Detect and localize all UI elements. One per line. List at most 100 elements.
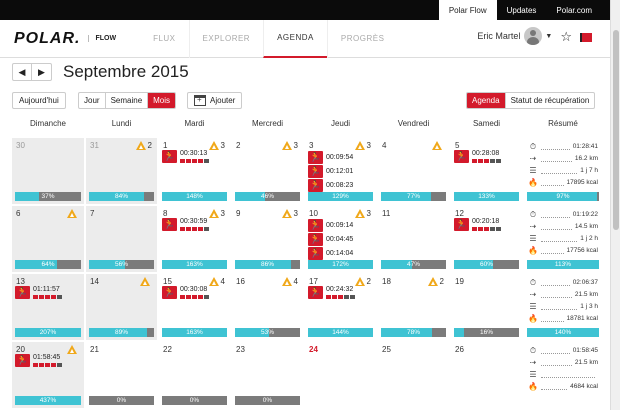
training-session[interactable]: 🏃 00:20:18 [454, 218, 502, 231]
progress-bar: 163% [162, 260, 227, 269]
training-targets[interactable] [432, 141, 444, 150]
nav-agenda[interactable]: AGENDA [263, 19, 327, 58]
day-number: 14 [90, 277, 99, 286]
view-day-button[interactable]: Jour [79, 93, 106, 108]
calendar-day-cell[interactable]: 6 64% [12, 206, 84, 272]
training-session[interactable]: 🏃 01:11:57 [15, 286, 63, 299]
training-session[interactable]: 🏃 00:30:59 [162, 218, 210, 231]
week-summary[interactable]: ⏱ 01:19:22 ⇢ 14.5 km ☰ 1 j 2 h 🔥 17756 kcal 113% [524, 206, 602, 272]
session-duration: 00:12:01 [326, 167, 354, 175]
training-targets[interactable]: 3 [281, 209, 298, 218]
calendar-day-cell[interactable]: 24 [305, 342, 376, 408]
training-targets[interactable]: 2 [354, 277, 371, 286]
training-targets[interactable] [67, 209, 79, 218]
calendar-day-cell[interactable]: 15 4 🏃 00:30:08 163% [159, 274, 230, 340]
calendar-day-cell[interactable]: 1 3 🏃 00:30:13 148% [159, 138, 230, 204]
calendar-day-cell[interactable]: 17 2 🏃 00:24:32 144% [305, 274, 376, 340]
polar-logo[interactable]: POLAR. [14, 30, 80, 48]
mode-recovery-button[interactable]: Statut de récupération [506, 93, 595, 108]
training-targets[interactable]: 3 [281, 141, 298, 150]
heart-rate-zones [180, 295, 210, 299]
user-name[interactable]: Eric Martel [477, 31, 520, 41]
next-month-button[interactable]: ▶ [32, 64, 51, 80]
calendar-day-cell[interactable]: 9 3 86% [232, 206, 303, 272]
summary-calories: 🔥 17756 kcal [528, 245, 598, 256]
training-session[interactable]: 🏃 00:09:14 [308, 219, 353, 232]
running-figure-icon: 🏃 [308, 179, 323, 192]
toplink-polar-com[interactable]: Polar.com [546, 0, 602, 20]
session-info: 00:24:32 [326, 286, 356, 299]
training-targets[interactable]: 4 [281, 277, 298, 286]
leader-dots [541, 248, 564, 254]
training-session[interactable]: 🏃 00:08:23 [308, 179, 353, 192]
calendar-day-cell[interactable]: 4 77% [378, 138, 449, 204]
training-targets[interactable] [140, 277, 152, 286]
training-targets[interactable]: 3 [354, 209, 371, 218]
calendar-day-cell[interactable]: 12 🏃 00:20:18 60% [451, 206, 522, 272]
week-summary[interactable]: ⏱ 01:28:41 ⇢ 16.2 km ☰ 1 j 7 h 🔥 17895 kcal 97% [524, 138, 602, 204]
week-summary[interactable]: ⏱ 01:58:45 ⇢ 21.5 km ☰ 🔥 4684 kcal [524, 342, 602, 408]
nav-flux[interactable]: FLUX [140, 20, 188, 58]
training-session[interactable]: 🏃 00:30:13 [162, 150, 210, 163]
calendar-day-cell[interactable]: 13 🏃 01:11:57 207% [12, 274, 84, 340]
training-targets[interactable]: 3 [208, 209, 225, 218]
training-session[interactable]: 🏃 00:04:45 [308, 233, 353, 246]
scrollbar[interactable] [610, 0, 620, 410]
flag-icon[interactable] [580, 32, 592, 42]
training-session[interactable]: 🏃 00:30:08 [162, 286, 210, 299]
training-session[interactable]: 🏃 00:28:08 [454, 150, 502, 163]
calendar-day-cell[interactable]: 22 0% [159, 342, 230, 408]
summary-calories: 🔥 17895 kcal [528, 177, 598, 188]
calendar-day-cell[interactable]: 20 🏃 01:58:45 437% [12, 342, 84, 408]
session-duration: 00:28:08 [472, 150, 500, 157]
training-targets[interactable]: 3 [354, 141, 371, 150]
calendar-day-cell[interactable]: 19 16% [451, 274, 522, 340]
calendar-day-cell[interactable]: 21 0% [86, 342, 157, 408]
calendar-day-cell[interactable]: 8 3 🏃 00:30:59 163% [159, 206, 230, 272]
target-count: 3 [366, 209, 371, 218]
training-session[interactable]: 🏃 01:58:45 [15, 354, 63, 367]
training-targets[interactable]: 3 [208, 141, 225, 150]
training-session[interactable]: 🏃 00:12:01 [308, 165, 353, 178]
view-week-button[interactable]: Semaine [106, 93, 149, 108]
today-button[interactable]: Aujourd'hui [12, 92, 66, 109]
calendar-day-cell[interactable]: 2 3 46% [232, 138, 303, 204]
calendar-day-cell[interactable]: 14 89% [86, 274, 157, 340]
calendar-day-cell[interactable]: 31 2 84% [86, 138, 157, 204]
calendar-day-cell[interactable]: 30 37% [12, 138, 84, 204]
training-session[interactable]: 🏃 00:24:32 [308, 286, 356, 299]
training-targets[interactable] [67, 345, 79, 354]
chevron-down-icon[interactable]: ▼ [545, 33, 552, 40]
training-targets[interactable]: 2 [135, 141, 152, 150]
training-session[interactable]: 🏃 00:14:04 [308, 247, 353, 260]
training-targets[interactable]: 4 [208, 277, 225, 286]
nav-progres[interactable]: PROGRÈS [326, 19, 398, 58]
calendar-day-cell[interactable]: 5 🏃 00:28:08 133% [451, 138, 522, 204]
day-number: 4 [382, 141, 387, 150]
calendar-day-cell[interactable]: 26 [451, 342, 522, 408]
toplink-polar-flow[interactable]: Polar Flow [438, 0, 497, 20]
day-number: 25 [382, 345, 391, 354]
nav-explorer[interactable]: EXPLORER [188, 19, 264, 58]
training-targets[interactable]: 2 [427, 277, 444, 286]
view-month-button[interactable]: Mois [148, 93, 176, 108]
previous-month-button[interactable]: ◀ [13, 64, 32, 80]
calendar-day-cell[interactable]: 23 0% [232, 342, 303, 408]
calendar-day-cell[interactable]: 18 2 78% [378, 274, 449, 340]
avatar[interactable] [524, 27, 543, 45]
scrollbar-thumb[interactable] [613, 30, 619, 230]
star-icon[interactable]: ☆ [560, 30, 572, 43]
calendar-day-cell[interactable]: 3 3 🏃 00:09:54 🏃 00:12:01 🏃 00:08:23 129% [305, 138, 376, 204]
add-button[interactable]: Ajouter [187, 92, 243, 109]
user-menu[interactable]: Eric Martel ▼ ☆ [477, 27, 592, 45]
week-summary[interactable]: ⏱ 02:06:37 ⇢ 21.5 km ☰ 1 j 3 h 🔥 18781 kcal 140% [524, 274, 602, 340]
calendar-day-cell[interactable]: 16 4 53% [232, 274, 303, 340]
calendar-day-cell[interactable]: 11 47% [378, 206, 449, 272]
mode-agenda-button[interactable]: Agenda [467, 93, 506, 108]
calendar-day-cell[interactable]: 10 3 🏃 00:09:14 🏃 00:04:45 🏃 00:14:04 172% [305, 206, 376, 272]
toplink-updates[interactable]: Updates [497, 0, 547, 20]
training-session[interactable]: 🏃 00:09:54 [308, 151, 353, 164]
calendar-day-cell[interactable]: 7 56% [86, 206, 157, 272]
progress-bar: 77% [381, 192, 446, 201]
calendar-day-cell[interactable]: 25 [378, 342, 449, 408]
